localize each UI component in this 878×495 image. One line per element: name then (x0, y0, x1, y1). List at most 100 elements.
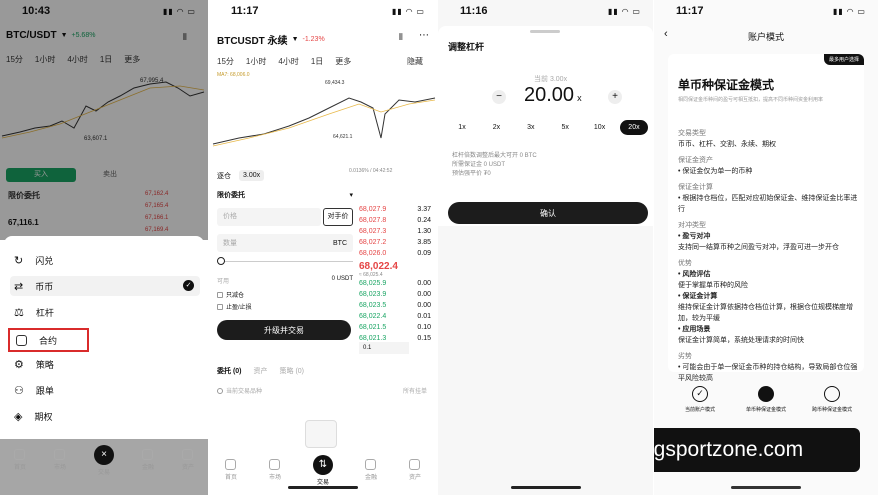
tab-finance[interactable]: 金融 (142, 449, 154, 471)
step-select[interactable]: 0.1 (359, 342, 409, 354)
price-input[interactable]: 价格 (217, 208, 321, 226)
ask-qty: 3.85 (417, 239, 431, 246)
tab-assets[interactable]: 资产 (409, 459, 421, 481)
ask-price: 68,027.9 (359, 206, 387, 213)
interval-1d[interactable]: 1日 (311, 56, 323, 67)
drag-handle[interactable] (530, 30, 560, 33)
mode-cross[interactable]: 跨币种保证金模式 (800, 386, 864, 413)
copy-trade-icon: ⚇ (14, 384, 24, 397)
section-text: 加，较为平缓 (678, 315, 720, 322)
interval-4h[interactable]: 4小时 (278, 56, 298, 67)
tab-assets[interactable]: 资产 (182, 449, 194, 471)
close-icon: × (93, 445, 114, 465)
tab-label: 金融 (364, 475, 377, 481)
tab-finance[interactable]: 金融 (365, 459, 377, 481)
menu-item-spot[interactable]: ⇄ 币币 ✓ (10, 276, 200, 296)
ask-price: 68,026.0 (359, 250, 387, 257)
menu-label: 合约 (39, 335, 58, 346)
check-icon: ✓ (183, 280, 194, 291)
tab-home[interactable]: 首页 (225, 459, 237, 481)
qty-slider[interactable] (217, 257, 353, 265)
status-icons: ▮▮ ◠ ▭ (392, 6, 425, 16)
tab-strategy[interactable]: 策略 (0) (280, 366, 305, 376)
menu-item-options[interactable]: ◈ 期权 (14, 406, 52, 426)
ask-price: 68,027.2 (359, 239, 387, 246)
slider-handle[interactable] (217, 257, 225, 265)
overlay-dim[interactable] (0, 0, 208, 240)
tab-assets[interactable]: 资产 (254, 366, 268, 376)
bid-price: 68,021.5 (359, 324, 387, 331)
menu-label: 跟单 (35, 385, 54, 396)
section-heading: 保证金资产 (678, 157, 713, 164)
bid-qty: 0.01 (417, 313, 431, 320)
hide-chart-button[interactable]: 隐藏 (407, 56, 423, 67)
current-pair-label: 当前交易品种 (226, 389, 263, 395)
counter-price-button[interactable]: 对手价 (323, 208, 353, 226)
section-text: • 盈亏对冲 (678, 233, 711, 240)
ask-qty: 0.24 (417, 217, 431, 224)
tab-trade[interactable]: × 交易 (93, 445, 114, 476)
mode-current[interactable]: ✓ 当前账户模式 (668, 386, 732, 413)
tab-home[interactable]: 首页 (14, 449, 26, 471)
watermark: ngsportzone.com (654, 428, 860, 472)
all-orders-link[interactable]: 所有挂单 (403, 386, 427, 395)
candle-icon[interactable]: ⫴ (399, 32, 403, 43)
leverage-info: 杠杆倍数调整后最大可开 0 BTC 所需保证金 0 USDT 预估强平价 ₮0 (452, 152, 537, 179)
pair-header[interactable]: BTCUSDT 永续 ▼ -1.23% (217, 32, 325, 47)
page-title: 账户模式 (748, 32, 785, 42)
back-icon[interactable]: ‹ (664, 28, 668, 40)
menu-label: 杠杆 (35, 307, 54, 318)
tab-label: 交易 (316, 480, 329, 486)
market-icon (269, 459, 281, 470)
section-text: 保证金计算简单，系统处理请求的时间快 (678, 337, 804, 344)
bid-qty: 0.00 (417, 280, 431, 287)
menu-item-flash[interactable]: ↻ 闪兑 (14, 250, 53, 270)
tab-market[interactable]: 市场 (269, 459, 281, 481)
phone-4-account-mode: 11:17 ▮▮ ◠ ▭ ‹ 账户模式 最多用户选择 单币种保证金模式 相同保证… (654, 0, 878, 495)
tab-market[interactable]: 市场 (54, 449, 66, 471)
pair-name: BTCUSDT 永续 (217, 36, 288, 47)
available-row: 可用 0 USDT (217, 276, 353, 285)
preset-20x[interactable]: 20x (619, 120, 648, 135)
product-menu-sheet: ↻ 闪兑 ⇄ 币币 ✓ ⚖ 杠杆 合约 ⚙ 策略 ⚇ 跟单 ◈ 期权 (4, 236, 204, 438)
interval-more[interactable]: 更多 (335, 56, 351, 67)
margin-mode-button[interactable]: 逐仓 (217, 171, 231, 181)
tab-trade[interactable]: ⇅ 交易 (312, 455, 333, 486)
menu-item-margin[interactable]: ⚖ 杠杆 (14, 302, 54, 322)
qty-input[interactable]: 数量 BTC (217, 234, 353, 252)
check-icon: ✓ (692, 386, 708, 402)
status-icons: ▮▮ ◠ ▭ (833, 6, 866, 16)
leverage-value[interactable]: 20.00 x (524, 84, 582, 107)
menu-item-copy[interactable]: ⚇ 跟单 (14, 380, 54, 400)
order-type-select[interactable]: 限价委托 ▾ (217, 188, 353, 202)
plus-button[interactable]: + (608, 90, 622, 104)
qty-unit: BTC (333, 239, 347, 247)
interval-1h[interactable]: 1小时 (246, 56, 266, 67)
menu-label: 闪兑 (35, 255, 54, 266)
preset-5x[interactable]: 5x (551, 120, 579, 135)
interval-15m[interactable]: 15分 (217, 56, 234, 67)
preset-2x[interactable]: 2x (482, 120, 510, 135)
contract-icon (16, 334, 27, 346)
leverage-button[interactable]: 3.00x (239, 170, 265, 181)
more-icon[interactable]: ⋯ (419, 30, 429, 41)
menu-item-strategy[interactable]: ⚙ 策略 (14, 354, 54, 374)
preset-3x[interactable]: 3x (517, 120, 545, 135)
reduce-only-checkbox[interactable]: 只减仓 (217, 290, 244, 299)
tab-label: 金融 (141, 465, 154, 471)
mode-single[interactable]: 单币种保证金模式 (734, 386, 798, 413)
wallet-icon (409, 459, 421, 470)
minus-button[interactable]: − (492, 90, 506, 104)
preset-1x[interactable]: 1x (448, 120, 476, 135)
upgrade-trade-button[interactable]: 升级并交易 (217, 320, 351, 340)
current-pair-checkbox[interactable]: 当前交易品种 (217, 386, 262, 395)
preset-10x[interactable]: 10x (586, 120, 614, 135)
tp-sl-checkbox[interactable]: 止盈/止损 (217, 302, 252, 311)
home-icon (225, 459, 237, 470)
tab-orders[interactable]: 委托 (0) (217, 366, 242, 376)
confirm-button[interactable]: 确认 (448, 202, 648, 224)
tab-label: 市场 (268, 475, 281, 481)
status-time: 11:17 (676, 5, 704, 17)
menu-item-futures[interactable]: 合约 (8, 328, 90, 352)
status-bar: 11:17 ▮▮ ◠ ▭ (654, 0, 878, 22)
